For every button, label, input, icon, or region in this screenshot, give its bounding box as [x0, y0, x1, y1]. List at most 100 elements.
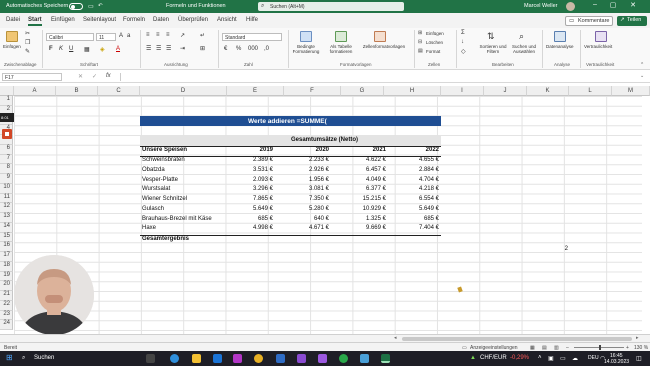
explorer-icon[interactable] — [192, 354, 201, 363]
column-header[interactable]: M — [612, 86, 650, 96]
conditional-format-label[interactable]: Bedingte Formatierung — [290, 44, 322, 54]
header-2020[interactable]: 2020 — [285, 147, 329, 153]
row-header[interactable]: 20 — [0, 281, 13, 291]
save-icon[interactable]: ▭ — [88, 3, 94, 10]
column-header[interactable]: G — [341, 86, 384, 96]
scroll-left-icon[interactable]: ◂ — [394, 335, 397, 341]
revenue-cell[interactable]: 4.049 € — [342, 177, 386, 183]
collapse-ribbon-icon[interactable]: ⌃ — [640, 62, 644, 68]
taskbar-search[interactable]: Suchen — [34, 355, 54, 361]
revenue-cell[interactable]: 4.218 € — [395, 186, 439, 192]
notification-icon[interactable]: ◫ — [636, 355, 642, 362]
cancel-icon[interactable]: ✕ — [78, 73, 83, 80]
column-header[interactable]: F — [284, 86, 341, 96]
revenue-cell[interactable]: 3.531 € — [229, 167, 273, 173]
row-header[interactable]: 14 — [0, 222, 13, 233]
name-box[interactable]: F17 — [2, 73, 62, 81]
column-header[interactable]: I — [441, 86, 484, 96]
border-icon[interactable]: ▦ — [84, 46, 90, 53]
revenue-cell[interactable]: 7.865 € — [229, 196, 273, 202]
align-right-icon[interactable]: ☰ — [166, 45, 171, 52]
format-cells-icon[interactable]: ▤ — [418, 48, 423, 54]
clear-icon[interactable]: ◇ — [461, 48, 466, 55]
number-format-select[interactable]: Standard — [222, 33, 282, 41]
dish-name-cell[interactable]: Wurstsalat — [142, 186, 170, 192]
tray-chevron-icon[interactable]: ˄ — [538, 355, 542, 361]
tray-apps-icon[interactable]: ▣ — [548, 355, 554, 362]
row-header[interactable]: 12 — [0, 203, 13, 213]
wrap-text-icon[interactable]: ↵ — [200, 32, 205, 39]
column-header[interactable]: J — [484, 86, 527, 96]
insert-cells-icon[interactable]: ⊞ — [418, 30, 422, 36]
revenue-cell[interactable]: 4.622 € — [342, 157, 386, 163]
column-header[interactable]: B — [56, 86, 98, 96]
delete-cells-icon[interactable]: ⊟ — [418, 39, 422, 45]
find-select-label[interactable]: Suchen und Auswählen — [508, 44, 540, 54]
column-header[interactable]: A — [14, 86, 56, 96]
row-header[interactable]: 22 — [0, 300, 13, 311]
ticker-label[interactable]: CHF/EUR — [480, 355, 507, 361]
horizontal-scrollbar[interactable] — [402, 337, 632, 341]
tray-drive-icon[interactable]: ▭ — [560, 355, 566, 362]
sensitivity-icon[interactable] — [595, 31, 607, 42]
windows-start-icon[interactable]: ⊞ — [6, 353, 13, 362]
maximize-icon[interactable]: ▢ — [606, 1, 620, 9]
align-bottom-icon[interactable]: ≡ — [166, 32, 170, 38]
orientation-icon[interactable]: ↗ — [180, 32, 185, 39]
tab-formeln[interactable]: Formeln — [123, 17, 145, 23]
dish-name-cell[interactable]: Wiener Schnitzel — [142, 196, 187, 202]
font-name-select[interactable]: Calibri — [46, 33, 94, 41]
revenue-cell[interactable]: 2.884 € — [395, 167, 439, 173]
tab-daten[interactable]: Daten — [153, 17, 169, 23]
word-icon[interactable] — [213, 354, 222, 363]
revenue-cell[interactable]: 6.377 € — [342, 186, 386, 192]
revenue-cell[interactable]: 685 € — [395, 216, 439, 222]
edge-icon[interactable] — [170, 354, 179, 363]
revenue-cell[interactable]: 7.404 € — [395, 225, 439, 231]
merge-icon[interactable]: ⊞ — [200, 45, 205, 52]
row-header[interactable]: 18 — [0, 261, 13, 272]
fx-icon[interactable]: fx — [106, 73, 111, 79]
cell-styles-icon[interactable] — [374, 31, 386, 42]
row-header[interactable]: 17 — [0, 252, 13, 262]
excel-icon[interactable] — [381, 354, 390, 363]
column-header[interactable]: L — [569, 86, 612, 96]
italic-icon[interactable]: K — [59, 46, 63, 52]
revenue-cell[interactable]: 5.649 € — [229, 206, 273, 212]
close-icon[interactable]: ✕ — [626, 1, 640, 9]
revenue-cell[interactable]: 685 € — [229, 216, 273, 222]
tray-cloud-icon[interactable]: ☁ — [572, 355, 578, 362]
clock-date[interactable]: 14.03.2023 — [604, 359, 629, 365]
revenue-cell[interactable]: 6.554 € — [395, 196, 439, 202]
format-painter-icon[interactable]: ✎ — [25, 48, 30, 55]
header-2021[interactable]: 2021 — [342, 147, 386, 153]
row-header[interactable]: 13 — [0, 213, 13, 223]
revenue-cell[interactable]: 15.215 € — [342, 196, 386, 202]
ticker-change[interactable]: -0,29% — [510, 355, 529, 361]
dish-name-cell[interactable]: Gulasch — [142, 206, 164, 212]
select-all-corner[interactable] — [0, 86, 14, 96]
row-header[interactable]: 19 — [0, 271, 13, 282]
row-header[interactable]: 6 — [0, 144, 13, 155]
percent-icon[interactable]: % — [236, 46, 241, 52]
tab-ansicht[interactable]: Ansicht — [217, 17, 237, 23]
taskbar-search-icon[interactable]: ⌕ — [22, 355, 25, 362]
header-2019[interactable]: 2019 — [229, 147, 273, 153]
align-middle-icon[interactable]: ≡ — [156, 32, 160, 38]
revenue-cell[interactable]: 6.457 € — [342, 167, 386, 173]
revenue-cell[interactable]: 2.926 € — [285, 167, 329, 173]
app-blue-icon[interactable] — [276, 354, 285, 363]
sort-filter-icon[interactable]: ⇅ — [487, 31, 495, 42]
dish-name-cell[interactable]: Obatzda — [142, 167, 165, 173]
app-lightblue-icon[interactable] — [360, 354, 369, 363]
dish-name-cell[interactable]: Haxe — [142, 225, 156, 231]
minimize-icon[interactable]: – — [588, 1, 602, 8]
insert-cells-label[interactable]: Einfügen — [426, 31, 444, 36]
revenue-cell[interactable]: 3.081 € — [285, 186, 329, 192]
revenue-cell[interactable]: 4.655 € — [395, 157, 439, 163]
confirm-icon[interactable]: ✓ — [92, 73, 97, 80]
revenue-cell[interactable]: 1.325 € — [342, 216, 386, 222]
language-indicator[interactable]: DEU — [588, 355, 599, 361]
paste-icon[interactable] — [6, 31, 18, 42]
recording-stop-icon[interactable] — [2, 129, 12, 139]
